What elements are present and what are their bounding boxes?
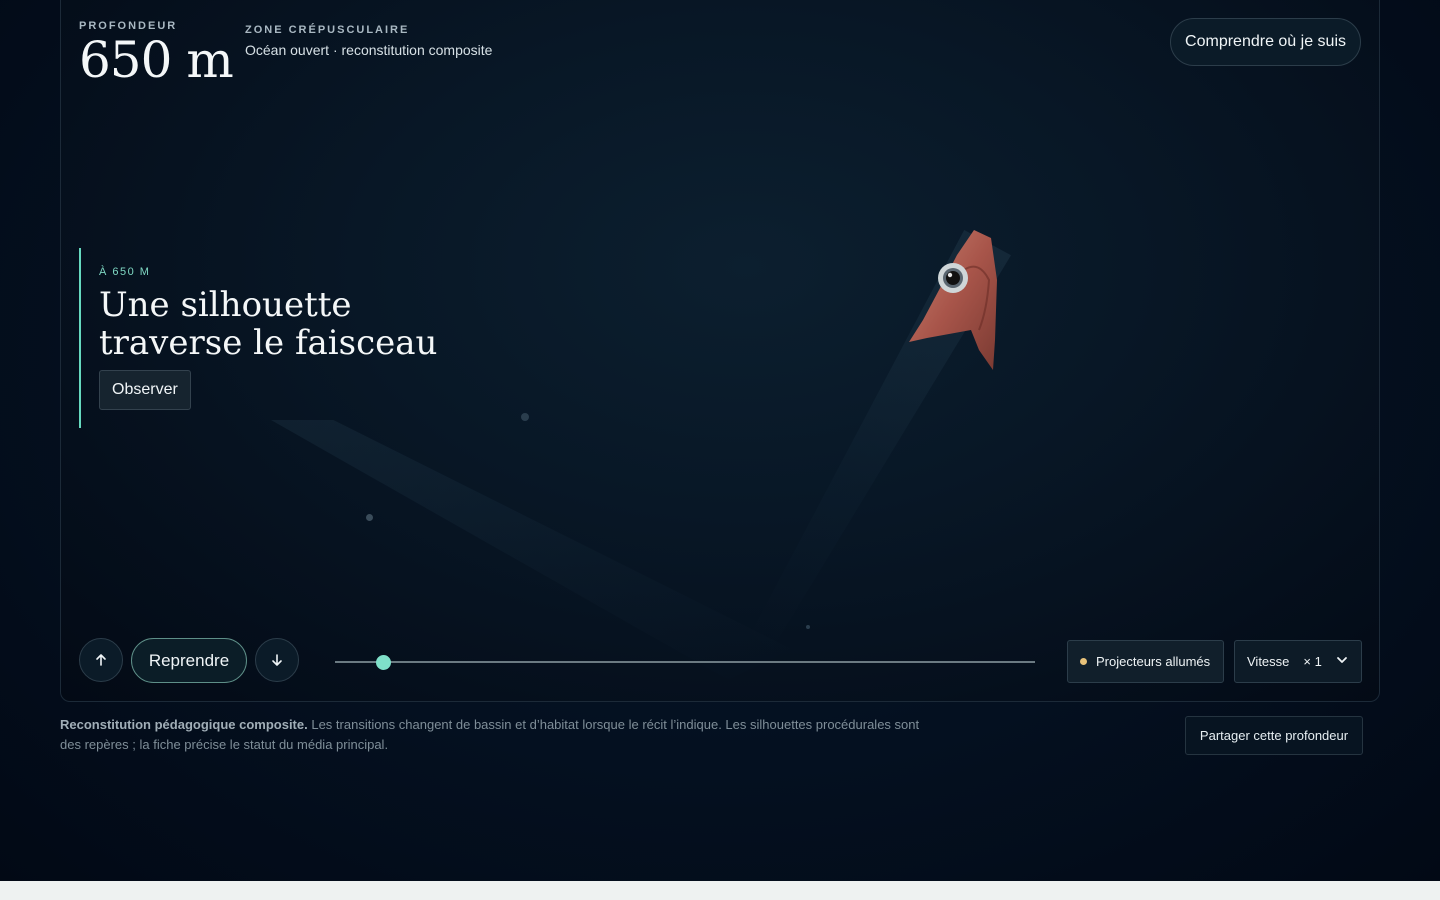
footer-note-bold: Reconstitution pédagogique composite. [60,717,308,732]
particle [521,413,529,421]
share-depth-button[interactable]: Partager cette profondeur [1185,716,1363,755]
projectors-toggle[interactable]: Projecteurs allumés [1067,640,1224,683]
story-title: Une silhouette traverse le faisceau [99,285,438,363]
chevron-down-icon [1337,657,1347,663]
story-card: À 650 M Une silhouette traverse le faisc… [79,248,439,428]
projectors-label: Projecteurs allumés [1096,654,1211,669]
speed-select[interactable]: Vitesse × 1 [1234,640,1362,683]
particle [806,625,810,629]
arrow-up-icon [96,654,106,666]
speed-label: Vitesse [1247,654,1290,669]
depth-readout: PROFONDEUR 650 m [79,20,234,89]
status-dot-icon [1080,658,1087,665]
zone-label: ZONE CRÉPUSCULAIRE [245,24,410,36]
understand-location-button[interactable]: Comprendre où je suis [1170,18,1361,66]
depth-value: 650 m [79,31,234,89]
arrow-down-icon [272,654,282,666]
bottom-strip [0,881,1440,900]
page: PROFONDEUR 650 m ZONE CRÉPUSCULAIRE Océa… [0,0,1440,881]
observe-button[interactable]: Observer [99,370,191,410]
particle [366,514,373,521]
depth-progress-track[interactable] [335,661,1035,663]
scroll-down-button[interactable] [255,638,299,682]
zone-info: ZONE CRÉPUSCULAIRE Océan ouvert · recons… [245,24,492,58]
footer-note: Reconstitution pédagogique composite. Le… [60,715,940,755]
story-kicker: À 650 M [99,266,151,278]
resume-button[interactable]: Reprendre [131,638,247,683]
playback-controls: Reprendre Projecteurs allumés Vitesse × … [79,638,1362,684]
creature-silhouette [909,230,997,370]
depth-scene: PROFONDEUR 650 m ZONE CRÉPUSCULAIRE Océa… [60,0,1380,702]
zone-subtitle: Océan ouvert · reconstitution composite [245,42,493,58]
speed-value: × 1 [1303,654,1322,669]
scroll-up-button[interactable] [79,638,123,682]
depth-progress-thumb[interactable] [375,655,391,670]
